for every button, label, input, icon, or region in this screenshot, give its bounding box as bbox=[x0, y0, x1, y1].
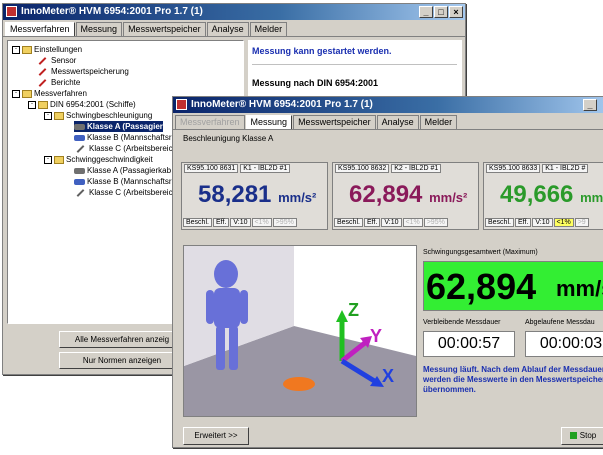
maximize-button[interactable]: □ bbox=[434, 6, 448, 18]
sensor-header: KS95.100 8631 K1 - IBL2D #1 bbox=[184, 164, 292, 173]
tab-messung[interactable]: Messung bbox=[75, 22, 123, 36]
axis-3d-view: Z Y X bbox=[183, 245, 417, 417]
tree-item[interactable]: - Schwinggeschwindigkeit bbox=[44, 154, 153, 165]
pen-icon bbox=[76, 188, 85, 197]
tree-item[interactable]: Klasse B (Mannschaftsr bbox=[74, 176, 171, 187]
overall-value-panel: Schwingungsgesamtwert (Maximum) 62,894 m… bbox=[421, 247, 603, 413]
sensor-footer: Beschl. Eff. V:10 <1% >95% bbox=[183, 218, 297, 227]
front-window-titlebar[interactable]: InnoMeter® HVM 6954:2001 Pro 1.7 (1) _ bbox=[173, 97, 603, 113]
divider bbox=[252, 64, 457, 65]
tree-item[interactable]: Klasse C (Arbeitsbereich bbox=[74, 187, 177, 198]
sensor-value: 58,281 mm/s² bbox=[198, 181, 317, 208]
folder-icon bbox=[22, 45, 32, 54]
window-controls: _ bbox=[583, 99, 597, 111]
minimize-button[interactable]: _ bbox=[419, 6, 433, 18]
tab-messverfahren[interactable]: Messverfahren bbox=[175, 115, 245, 129]
tree-item[interactable]: - Einstellungen bbox=[12, 44, 82, 55]
front-window-title: InnoMeter® HVM 6954:2001 Pro 1.7 (1) bbox=[191, 99, 373, 110]
z-axis-label: Z bbox=[348, 300, 359, 320]
folder-icon bbox=[38, 100, 48, 109]
folder-icon bbox=[54, 111, 64, 120]
remaining-label: Verbleibende Messdauer bbox=[423, 319, 501, 326]
tree-item-selected[interactable]: Klasse A (Passagier bbox=[74, 121, 163, 132]
status-message: Messung kann gestartet werden. bbox=[252, 46, 392, 56]
measurement-subtitle: Beschleunigung Klasse A bbox=[183, 134, 274, 143]
overall-value: 62,894 bbox=[426, 266, 537, 307]
sensor-value: 49,666 mm/ bbox=[500, 181, 603, 208]
y-axis-label: Y bbox=[370, 326, 382, 346]
car-icon bbox=[74, 134, 85, 141]
car-icon bbox=[74, 178, 85, 185]
close-button[interactable]: × bbox=[449, 6, 463, 18]
collapse-icon: - bbox=[44, 111, 52, 120]
sensor-panel-2: KS95.100 8632 K2 - IBL2D #1 62,894 mm/s² … bbox=[332, 162, 479, 230]
folder-icon bbox=[22, 89, 32, 98]
front-window: InnoMeter® HVM 6954:2001 Pro 1.7 (1) _ M… bbox=[172, 96, 603, 448]
window-controls: _ □ × bbox=[419, 6, 463, 18]
front-tabbar: Messverfahren Messung Messwertspeicher A… bbox=[173, 113, 603, 130]
target-spot bbox=[283, 377, 315, 391]
tree-item[interactable]: Klasse B (Mannschaftsr bbox=[74, 132, 171, 143]
tree-item[interactable]: - DIN 6954:2001 (Schiffe) bbox=[28, 99, 136, 110]
folder-icon bbox=[54, 155, 64, 164]
axis-illustration: Z Y X bbox=[184, 246, 416, 416]
minimize-button[interactable]: _ bbox=[583, 99, 597, 111]
tab-messwertspeicher[interactable]: Messwertspeicher bbox=[293, 115, 376, 129]
method-name: Messung nach DIN 6954:2001 bbox=[252, 78, 379, 88]
car-icon bbox=[74, 167, 85, 174]
back-status-panel: Messung kann gestartet werden. Messung n… bbox=[248, 40, 462, 100]
pen-icon bbox=[38, 67, 47, 76]
overall-label: Schwingungsgesamtwert (Maximum) bbox=[423, 249, 538, 256]
tab-analyse[interactable]: Analyse bbox=[376, 115, 419, 129]
back-window-titlebar[interactable]: InnoMeter® HVM 6954:2001 Pro 1.7 (1) _ □… bbox=[3, 4, 465, 20]
collapse-icon: - bbox=[44, 155, 52, 164]
pen-icon bbox=[76, 144, 85, 153]
stop-icon bbox=[569, 432, 577, 440]
sensor-panel-3: KS95.100 8633K1 - IBL2D # 49,666 mm/ Bes… bbox=[483, 162, 603, 230]
back-tabbar: Messverfahren Messung Messwertspeicher A… bbox=[3, 20, 465, 37]
tree-item[interactable]: Sensor bbox=[36, 55, 76, 66]
tab-analyse[interactable]: Analyse bbox=[206, 22, 249, 36]
sensor-value: 62,894 mm/s² bbox=[349, 181, 468, 208]
stop-button[interactable]: Stop bbox=[561, 427, 603, 445]
tab-melder[interactable]: Melder bbox=[419, 115, 458, 129]
tree-item[interactable]: Klasse A (Passagierkab bbox=[74, 165, 171, 176]
tree-item[interactable]: Berichte bbox=[36, 77, 80, 88]
sensor-footer: Beschl. Eff. V:10 <1% >95% bbox=[334, 218, 448, 227]
overall-value-box: 62,894 mm/s bbox=[423, 261, 603, 311]
sensor-header: KS95.100 8633 K1 - IBL2D # bbox=[486, 164, 590, 173]
running-message: Messung läuft. Nach dem Ablauf der Messd… bbox=[423, 365, 603, 394]
app-icon bbox=[176, 99, 187, 110]
pen-icon bbox=[38, 56, 47, 65]
remaining-time-box: 00:00:57 bbox=[423, 331, 515, 357]
collapse-icon: - bbox=[12, 45, 20, 54]
elapsed-time-box: 00:00:03 bbox=[525, 331, 603, 357]
overall-unit: mm/s bbox=[556, 276, 603, 301]
sensor-header: KS95.100 8632 K2 - IBL2D #1 bbox=[335, 164, 443, 173]
tree-item[interactable]: - Schwingbeschleunigung bbox=[44, 110, 152, 121]
collapse-icon: - bbox=[28, 100, 36, 109]
elapsed-label: Abgelaufene Messdau bbox=[525, 319, 595, 326]
tab-messverfahren[interactable]: Messverfahren bbox=[5, 22, 75, 36]
sensor-footer: Beschl. Eff. V:10 <1% >9 bbox=[485, 218, 589, 227]
show-all-methods-button[interactable]: Alle Messverfahren anzeig bbox=[59, 331, 185, 348]
z-axis-arrow bbox=[336, 310, 348, 322]
advanced-button[interactable]: Erweitert >> bbox=[183, 427, 249, 445]
x-axis-label: X bbox=[382, 366, 394, 386]
tab-messung[interactable]: Messung bbox=[245, 115, 293, 129]
sensor-panel-1: KS95.100 8631 K1 - IBL2D #1 58,281 mm/s² … bbox=[181, 162, 328, 230]
tree-item[interactable]: Messwertspeicherung bbox=[36, 66, 129, 77]
collapse-icon: - bbox=[12, 89, 20, 98]
tab-melder[interactable]: Melder bbox=[249, 22, 288, 36]
car-icon bbox=[74, 123, 85, 130]
tree-item[interactable]: - Messverfahren bbox=[12, 88, 87, 99]
back-window-title: InnoMeter® HVM 6954:2001 Pro 1.7 (1) bbox=[21, 6, 203, 17]
tab-messwertspeicher[interactable]: Messwertspeicher bbox=[123, 22, 206, 36]
pen-icon bbox=[38, 78, 47, 87]
app-icon bbox=[6, 6, 17, 17]
show-norms-only-button[interactable]: Nur Normen anzeigen bbox=[59, 352, 185, 369]
tree-item[interactable]: Klasse C (Arbeitsbereich bbox=[74, 143, 177, 154]
